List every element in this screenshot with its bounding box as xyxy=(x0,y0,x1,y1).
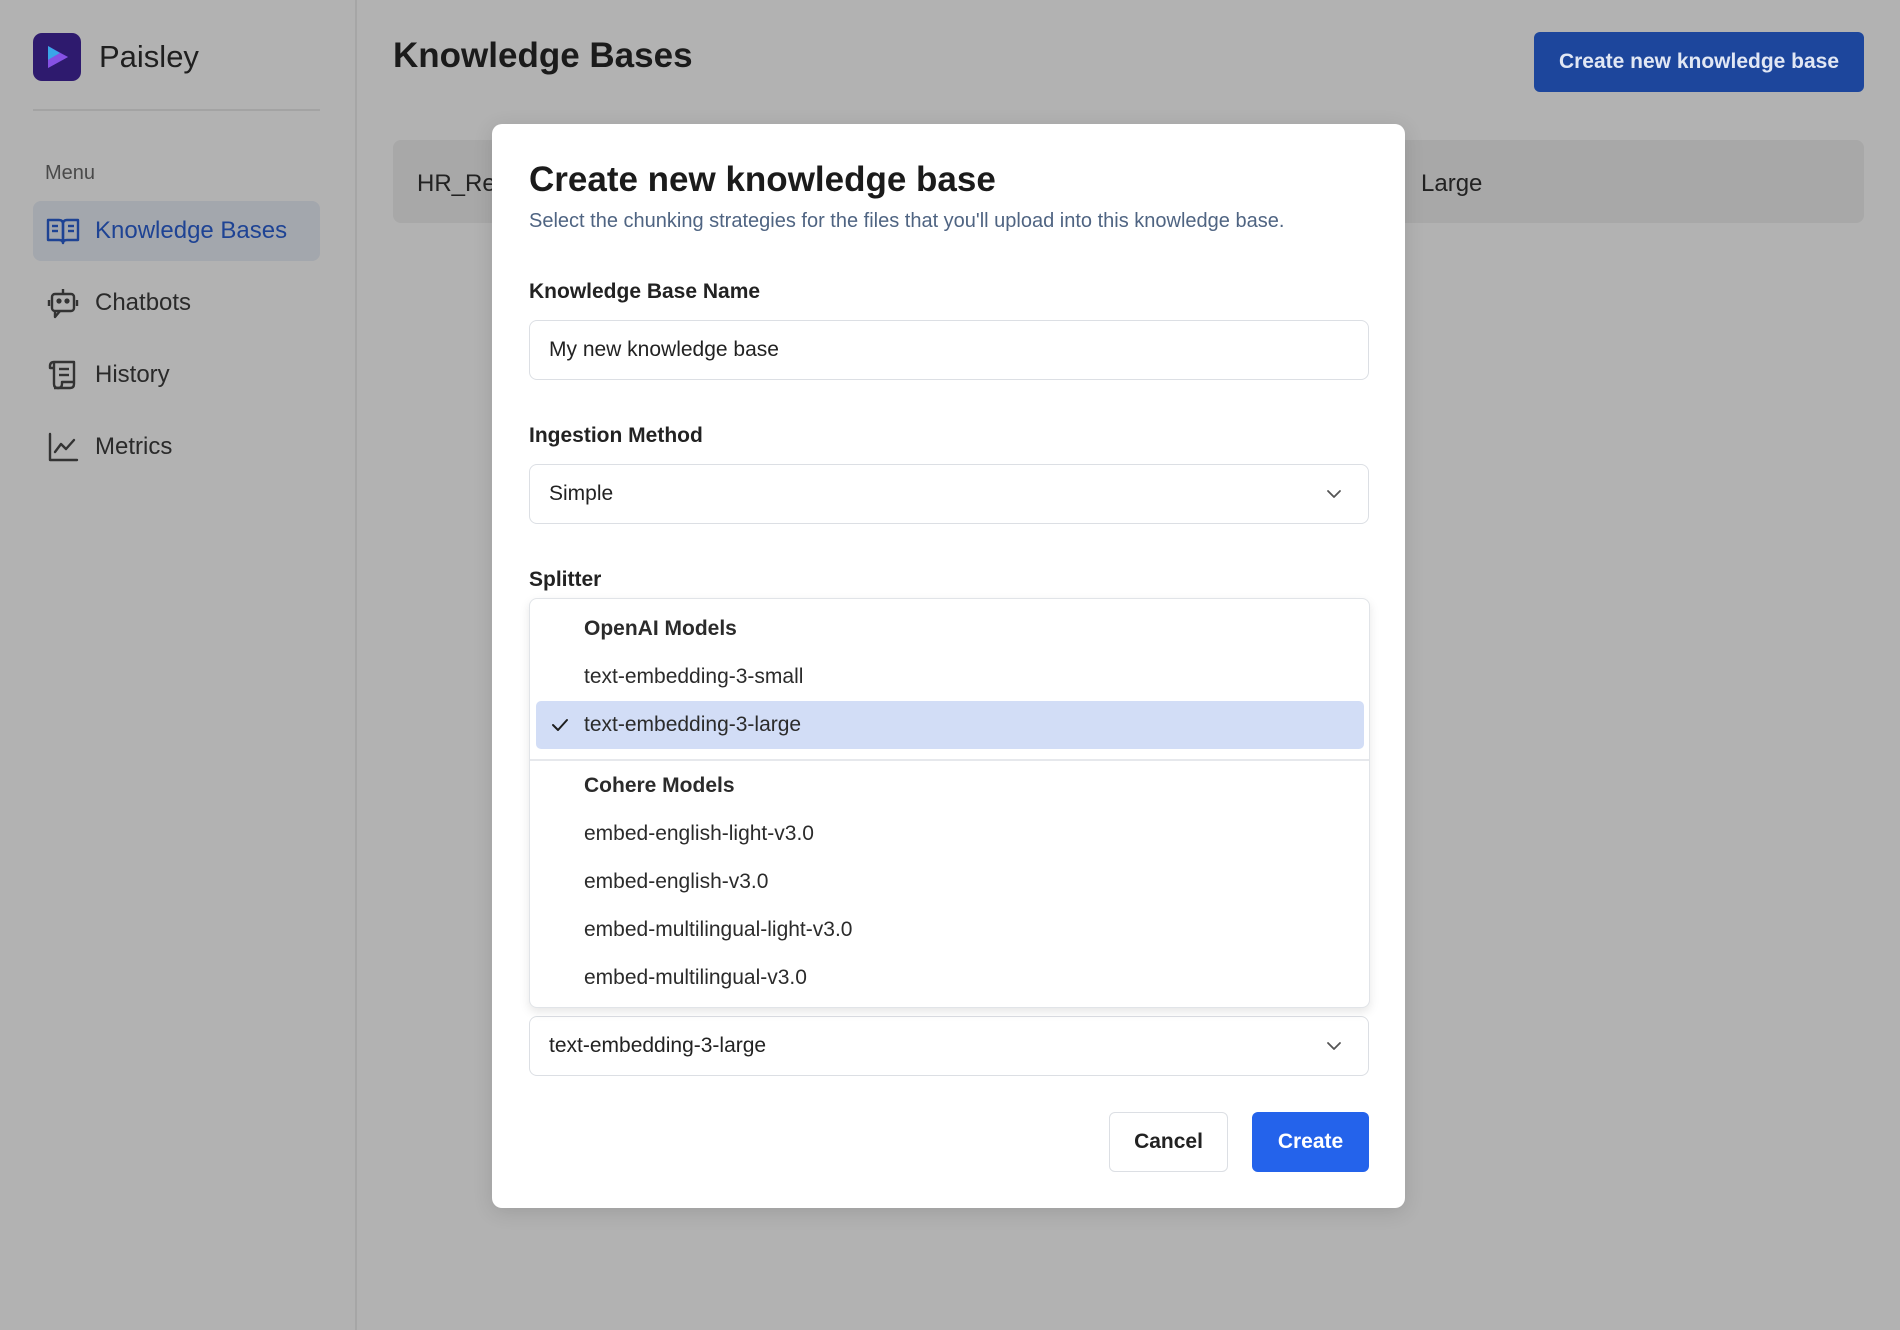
menu-title: Menu xyxy=(45,162,96,184)
line-chart-icon xyxy=(45,429,81,465)
create-knowledge-base-modal: Create new knowledge base Select the chu… xyxy=(492,124,1405,1208)
sidebar-item-label: Knowledge Bases xyxy=(95,217,288,244)
modal-subtitle: Select the chunking strategies for the f… xyxy=(529,210,1285,232)
page-title: Knowledge Bases xyxy=(393,36,693,75)
option-text-embedding-3-small[interactable]: text-embedding-3-small xyxy=(536,653,1364,701)
sidebar-item-history[interactable]: History xyxy=(33,345,320,405)
sidebar-nav: Knowledge Bases Chatbots History Metrics xyxy=(33,201,320,489)
kb-model: Large xyxy=(1421,170,1483,197)
option-label: text-embedding-3-small xyxy=(584,665,804,688)
paisley-logo-icon xyxy=(33,33,81,81)
group-label-cohere: Cohere Models xyxy=(584,774,735,797)
option-text-embedding-3-large[interactable]: text-embedding-3-large xyxy=(536,701,1364,749)
sidebar-item-knowledge-bases[interactable]: Knowledge Bases xyxy=(33,201,320,261)
ingestion-method-select[interactable]: Simple xyxy=(529,464,1369,524)
option-embed-multilingual-light-v3[interactable]: embed-multilingual-light-v3.0 xyxy=(536,906,1364,954)
group-label-openai: OpenAI Models xyxy=(584,617,737,640)
option-label: embed-multilingual-v3.0 xyxy=(584,966,807,989)
kb-name-input[interactable] xyxy=(529,320,1369,380)
option-label: embed-english-v3.0 xyxy=(584,870,769,893)
option-label: embed-multilingual-light-v3.0 xyxy=(584,918,853,941)
brand-name: Paisley xyxy=(99,39,199,74)
check-icon xyxy=(536,717,584,733)
bot-icon xyxy=(45,285,81,321)
divider xyxy=(530,759,1369,761)
divider xyxy=(33,109,320,111)
create-button[interactable]: Create xyxy=(1252,1112,1369,1172)
cancel-button[interactable]: Cancel xyxy=(1109,1112,1228,1172)
option-label: embed-english-light-v3.0 xyxy=(584,822,814,845)
option-embed-multilingual-v3[interactable]: embed-multilingual-v3.0 xyxy=(536,954,1364,1002)
sidebar-item-label: Metrics xyxy=(95,433,173,460)
modal-title: Create new knowledge base xyxy=(529,160,996,199)
embedding-model-value: text-embedding-3-large xyxy=(549,1034,767,1057)
kb-name-label: Knowledge Base Name xyxy=(529,280,761,303)
chevron-down-icon xyxy=(1314,1041,1354,1051)
scroll-icon xyxy=(45,357,81,393)
sidebar: Paisley Menu Knowledge Bases Chatbots Hi… xyxy=(0,0,357,1330)
splitter-label: Splitter xyxy=(529,568,602,591)
create-knowledge-base-button[interactable]: Create new knowledge base xyxy=(1534,32,1864,92)
option-label: text-embedding-3-large xyxy=(584,713,802,736)
brand[interactable]: Paisley xyxy=(33,32,199,82)
ingestion-method-value: Simple xyxy=(549,482,614,505)
chevron-down-icon xyxy=(1314,489,1354,499)
embedding-model-dropdown: OpenAI Models text-embedding-3-small tex… xyxy=(529,598,1370,1008)
ingestion-method-label: Ingestion Method xyxy=(529,424,703,447)
option-embed-english-v3[interactable]: embed-english-v3.0 xyxy=(536,858,1364,906)
kb-name: HR_Re xyxy=(417,170,496,197)
sidebar-item-chatbots[interactable]: Chatbots xyxy=(33,273,320,333)
sidebar-item-label: History xyxy=(95,361,170,388)
option-embed-english-light-v3[interactable]: embed-english-light-v3.0 xyxy=(536,810,1364,858)
sidebar-item-label: Chatbots xyxy=(95,289,192,316)
book-open-icon xyxy=(45,213,81,249)
sidebar-item-metrics[interactable]: Metrics xyxy=(33,417,320,477)
embedding-model-select[interactable]: text-embedding-3-large xyxy=(529,1016,1369,1076)
